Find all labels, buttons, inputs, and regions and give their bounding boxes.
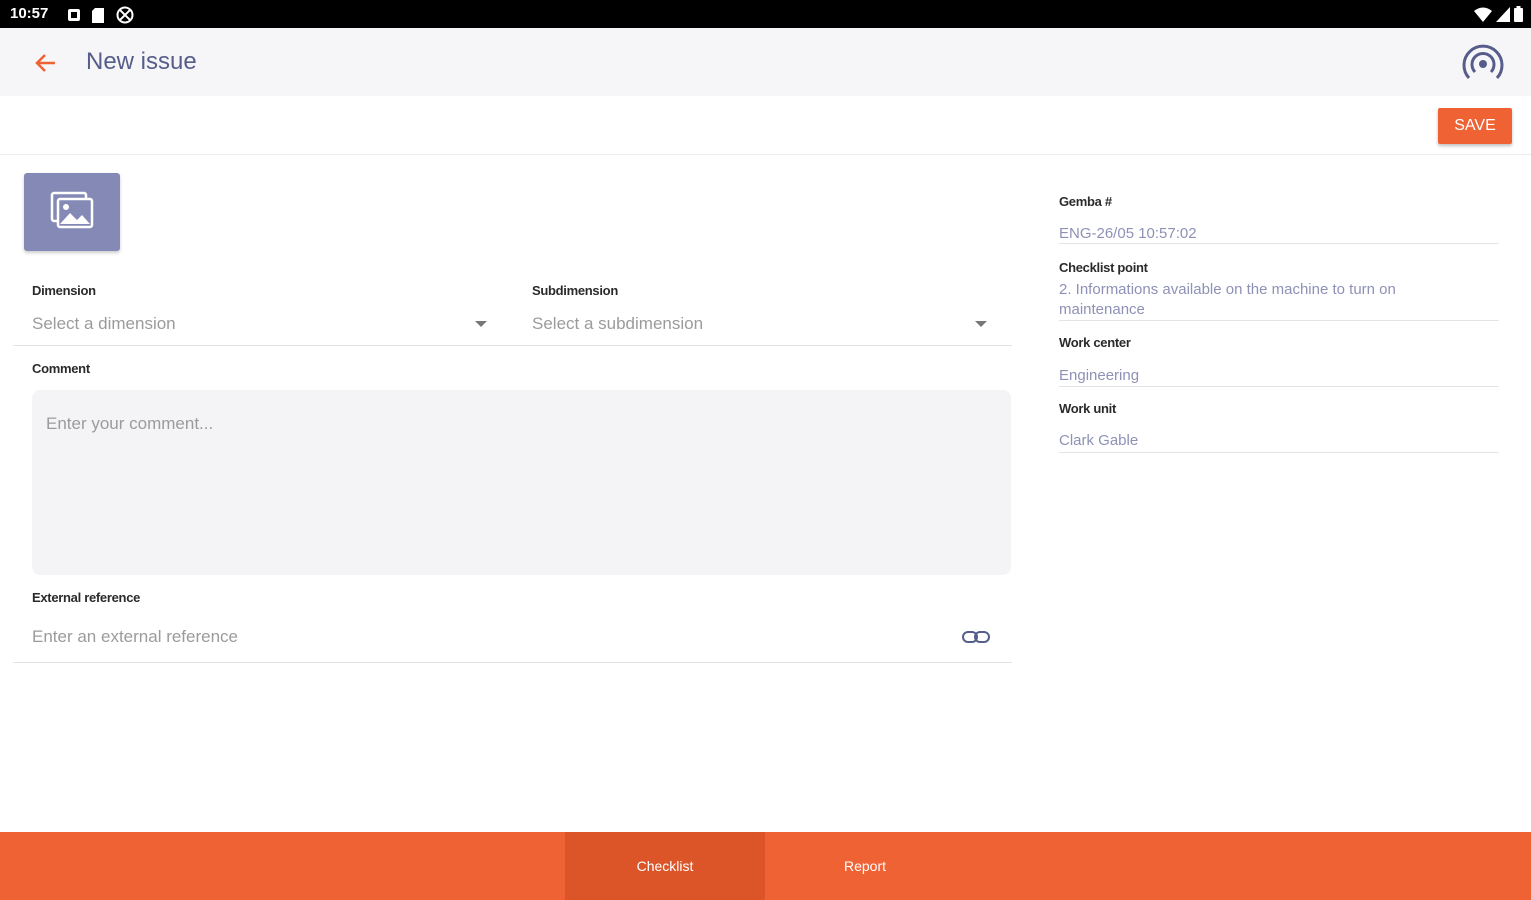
external-reference-input[interactable]: Enter an external reference [32, 627, 238, 647]
divider [1059, 320, 1499, 321]
battery-icon [1514, 6, 1523, 27]
sd-card-icon [92, 7, 104, 28]
link-icon [960, 631, 992, 650]
status-bar: 10:57 [0, 0, 1531, 28]
blocked-icon [116, 6, 134, 29]
back-button[interactable] [30, 48, 62, 78]
save-button[interactable]: SAVE [1438, 108, 1512, 144]
bottom-navigation: Checklist Report [0, 832, 1531, 900]
subdimension-select[interactable]: Select a subdimension [532, 310, 992, 342]
status-icons-left [68, 6, 134, 29]
dimension-placeholder: Select a dimension [32, 314, 176, 333]
gallery-icon [50, 191, 94, 234]
work-unit-value: Clark Gable [1059, 432, 1139, 449]
divider [1059, 243, 1499, 244]
gemba-value: ENG-26/05 10:57:02 [1059, 225, 1197, 242]
tab-report[interactable]: Report [765, 832, 965, 900]
checklist-point-value: 2. Informations available on the machine… [1059, 281, 1396, 318]
work-center-label: Work center [1059, 335, 1131, 350]
divider [13, 662, 1012, 663]
tab-checklist[interactable]: Checklist [565, 832, 765, 900]
notification-icon [68, 8, 80, 27]
comment-label: Comment [32, 361, 90, 376]
app-bar: New issue [0, 28, 1531, 96]
divider [1059, 452, 1499, 453]
status-icons-right [1474, 6, 1523, 27]
back-arrow-icon [30, 54, 62, 82]
subdimension-label: Subdimension [532, 283, 618, 298]
add-photo-button[interactable] [24, 173, 120, 251]
radio-broadcast-icon [1461, 44, 1505, 90]
wifi-icon [1474, 7, 1492, 27]
signal-icon [1496, 6, 1510, 27]
gemba-label: Gemba # [1059, 194, 1112, 209]
work-center-value: Engineering [1059, 367, 1140, 384]
comment-placeholder: Enter your comment... [46, 414, 214, 433]
checklist-point-label: Checklist point [1059, 260, 1148, 275]
dimension-label: Dimension [32, 283, 96, 298]
dimension-select[interactable]: Select a dimension [32, 310, 492, 342]
subdimension-placeholder: Select a subdimension [532, 314, 704, 333]
divider [1059, 386, 1499, 387]
status-time: 10:57 [10, 5, 49, 22]
broadcast-button[interactable] [1461, 42, 1505, 86]
dropdown-caret-icon [475, 321, 487, 327]
page-title: New issue [86, 48, 197, 75]
comment-textarea[interactable]: Enter your comment... [32, 390, 1011, 575]
work-unit-label: Work unit [1059, 401, 1116, 416]
link-button[interactable] [960, 628, 992, 646]
external-reference-label: External reference [32, 590, 141, 605]
divider [13, 345, 1012, 346]
dropdown-caret-icon [975, 321, 987, 327]
action-toolbar: SAVE [0, 96, 1531, 155]
